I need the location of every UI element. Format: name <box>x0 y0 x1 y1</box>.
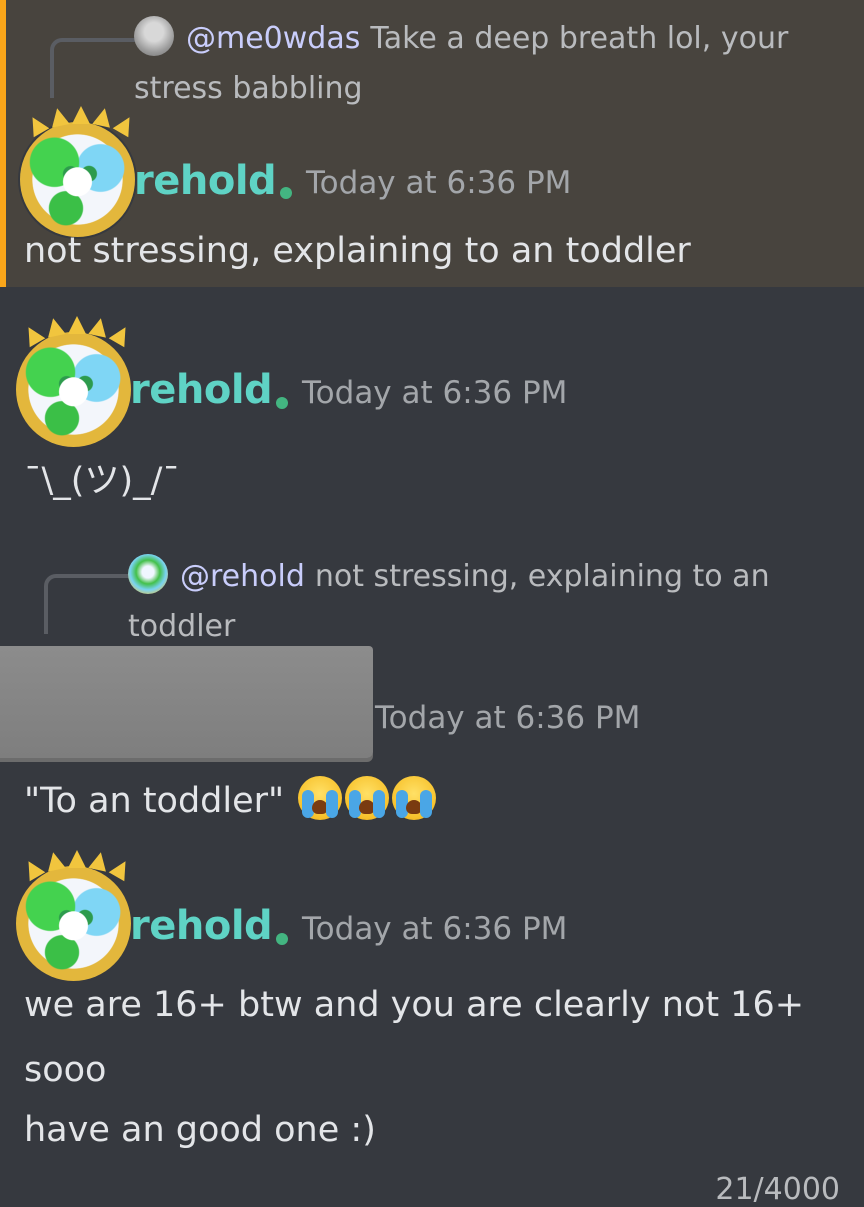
reply-text-line2: toddler <box>128 609 236 644</box>
avatar-crown-spike <box>20 322 46 348</box>
reply-mention[interactable]: @rehold <box>180 559 305 594</box>
online-status-icon <box>276 397 288 409</box>
author-name[interactable]: rehold <box>130 903 273 949</box>
avatar-crown-spike <box>112 112 138 138</box>
reply-text: not stressing, explaining to an <box>314 559 770 594</box>
author-name[interactable]: rehold <box>134 158 277 204</box>
avatar-crown-spike <box>20 856 46 882</box>
avatar-crown-spike <box>92 106 114 128</box>
message-line: sooo <box>24 1050 107 1090</box>
online-status-icon <box>276 933 288 945</box>
rehold-avatar-icon[interactable] <box>20 106 138 237</box>
avatar-crown-spike <box>44 850 66 872</box>
message-timestamp: Today at 6:36 PM <box>302 911 568 947</box>
reply-connector <box>44 574 129 634</box>
message-timestamp: Today at 6:36 PM <box>306 165 572 201</box>
message-line: we are 16+ btw and you are clearly not 1… <box>24 985 805 1025</box>
loudly-crying-face-icon <box>392 776 437 820</box>
online-status-icon <box>280 187 292 199</box>
avatar-crown-spike <box>72 106 90 124</box>
avatar-crown-spike <box>108 322 134 348</box>
message-content: "To an toddler" <box>24 776 437 821</box>
character-counter: 21/4000 <box>715 1172 840 1207</box>
avatar-crown-spike <box>108 856 134 882</box>
message-timestamp: Today at 6:36 PM <box>302 375 568 411</box>
message-content: ¯\_(ツ)_/¯ <box>24 461 180 501</box>
reply-text-line2: stress babbling <box>134 71 363 106</box>
rehold-avatar-icon[interactable] <box>16 850 134 981</box>
rehold-avatar-icon <box>128 554 168 594</box>
reply-text: Take a deep breath lol, your <box>370 21 789 56</box>
avatar-crown-spike <box>48 106 70 128</box>
avatar-crown-spike <box>68 850 86 868</box>
avatar-crown-spike <box>44 316 66 338</box>
message-timestamp: Today at 6:36 PM <box>375 700 641 736</box>
message-highlighted[interactable]: @me0wdas Take a deep breath lol, your str… <box>0 0 864 287</box>
message[interactable]: rehold Today at 6:36 PM ¯\_(ツ)_/¯ <box>0 287 864 517</box>
loudly-crying-face-icon <box>345 776 390 820</box>
reply-mention[interactable]: @me0wdas <box>186 21 360 56</box>
message-content: not stressing, explaining to an toddler <box>24 231 691 271</box>
avatar-crown-spike <box>68 316 86 334</box>
reply-preview[interactable]: @me0wdas Take a deep breath lol, your str… <box>134 14 834 114</box>
avatar-crown-spike <box>88 316 110 338</box>
avatar-crown-spike <box>24 112 50 138</box>
avatar-crown-spike <box>88 850 110 872</box>
reply-preview[interactable]: @rehold not stressing, explaining to an t… <box>128 552 828 652</box>
redacted-author-block <box>0 646 373 758</box>
reply-connector <box>50 38 135 98</box>
author-name[interactable]: rehold <box>130 367 273 413</box>
message-line: have an good one :) <box>24 1110 376 1150</box>
grey-avatar-icon <box>134 16 174 56</box>
message-text: "To an toddler" <box>24 781 285 821</box>
rehold-avatar-icon[interactable] <box>16 316 134 447</box>
loudly-crying-face-icon <box>298 776 343 820</box>
